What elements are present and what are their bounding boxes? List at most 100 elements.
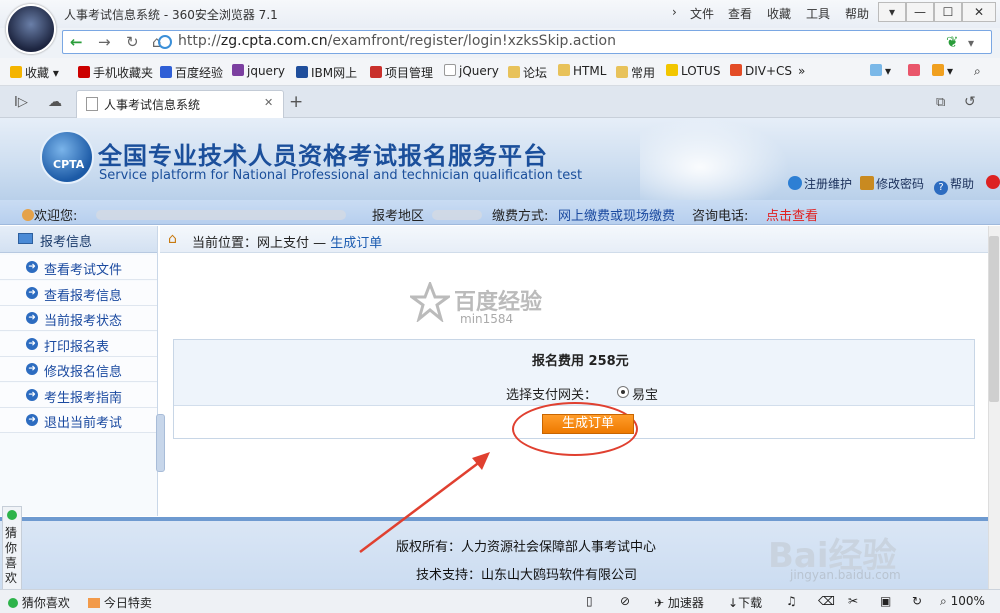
sidebar-item-exit[interactable]: ➜ 退出当前考试 xyxy=(0,408,157,433)
dropdown-arrow-icon[interactable]: ▾ xyxy=(968,36,974,50)
bookmark-label: 项目管理 xyxy=(385,66,434,80)
link-label: 帮助 xyxy=(950,177,975,191)
fee-text: 报名费用 258元 xyxy=(532,354,629,369)
scrollbar-thumb[interactable] xyxy=(989,236,999,402)
phone-label: 咨询电话: xyxy=(692,209,749,224)
bookmark-project[interactable]: 项目管理 xyxy=(370,64,433,81)
bookmark-label: IBM网上 xyxy=(311,66,358,80)
lotus-icon xyxy=(666,64,678,76)
bookmark-common[interactable]: 常用 xyxy=(616,64,655,81)
link-label: 修改密码 xyxy=(876,177,925,191)
forward-icon[interactable]: → xyxy=(98,33,111,51)
breadcrumb-path: 当前位置：网上支付 xyxy=(192,236,310,251)
menu-favorites[interactable]: 收藏 xyxy=(767,5,791,22)
clean-icon[interactable]: ⌫ xyxy=(818,594,835,608)
change-password-link[interactable]: 修改密码 xyxy=(860,175,924,192)
skin-icon[interactable]: ▾ xyxy=(932,64,953,78)
region-label: 报考地区 xyxy=(372,209,425,224)
status-dot-icon xyxy=(7,510,17,520)
generate-order-button[interactable]: 生成订单 xyxy=(542,414,634,434)
screenshot-icon[interactable]: ✂ xyxy=(848,594,858,608)
status-accel[interactable]: ✈ 加速器 xyxy=(654,594,704,611)
sidebar-item-modify[interactable]: ➜ 修改报名信息 xyxy=(0,357,157,382)
menu-view[interactable]: 查看 xyxy=(728,5,752,22)
translate-icon[interactable]: ⊘ xyxy=(620,594,630,608)
more-bookmarks-icon[interactable]: » xyxy=(798,64,805,78)
card-icon xyxy=(18,233,33,244)
site-title-cn: 全国专业技术人员资格考试报名服务平台 xyxy=(98,142,548,170)
menu-file[interactable]: 文件 xyxy=(690,5,714,22)
status-download[interactable]: ↓下载 xyxy=(728,594,762,611)
pin-icon[interactable]: ▾ xyxy=(878,2,906,22)
bookmark-lotus[interactable]: LOTUS xyxy=(666,64,720,78)
arrow-right-icon: ➜ xyxy=(26,312,38,324)
bookmark-baidu[interactable]: 百度经验 xyxy=(160,64,223,81)
url-text[interactable]: http://zg.cpta.com.cn/examfront/register… xyxy=(178,33,616,49)
back-icon[interactable]: ← xyxy=(70,33,83,51)
arrow-right-icon: ➜ xyxy=(26,389,38,401)
user-icon xyxy=(22,209,34,221)
sound-icon[interactable]: ♫ xyxy=(786,594,797,608)
sidebar-item-exam-files[interactable]: ➜ 查看考试文件 xyxy=(0,255,157,280)
pay-method-label: 缴费方式: xyxy=(492,209,549,224)
phone-view-link[interactable]: 点击查看 xyxy=(766,205,818,224)
bookmark-mobile[interactable]: 手机收藏夹 xyxy=(78,64,153,81)
search-icon[interactable]: ⌕ xyxy=(974,64,981,79)
apps-icon[interactable]: ▾ xyxy=(870,64,891,78)
status-today[interactable]: 今日特卖 xyxy=(88,594,152,611)
status-today-label: 今日特卖 xyxy=(103,596,152,610)
window-icon[interactable]: ▣ xyxy=(880,594,891,608)
mail-icon[interactable] xyxy=(908,64,923,78)
bookmark-label: jquery xyxy=(247,64,285,78)
sidebar-toggle-icon[interactable]: I▷ xyxy=(14,95,28,110)
maximize-button[interactable]: ☐ xyxy=(934,2,962,22)
gateway-radio[interactable] xyxy=(617,386,629,398)
bookmark-jquery2[interactable]: jQuery xyxy=(444,64,499,78)
bookmark-divcss[interactable]: DIV+CS xyxy=(730,64,792,78)
tab-list-icon[interactable]: ⧉ xyxy=(936,95,945,110)
arrow-right-icon: ➜ xyxy=(26,363,38,375)
tech-support-text: 技术支持：山东山大鸥玛软件有限公司 xyxy=(416,568,638,583)
sidebar-collapse-handle[interactable] xyxy=(156,414,165,472)
link-label: 注册维护 xyxy=(804,177,853,191)
rocket-icon: ✈ xyxy=(654,596,665,610)
sidebar-item-guide[interactable]: ➜ 考生报考指南 xyxy=(0,383,157,408)
cloud-icon[interactable]: ☁ xyxy=(48,94,62,110)
user-avatar[interactable] xyxy=(6,4,56,54)
status-zoom[interactable]: ⌕ 100% xyxy=(940,594,985,609)
guess-widget-label: 猜你喜欢 xyxy=(5,526,18,585)
breadcrumb-current[interactable]: 生成订单 xyxy=(330,236,382,251)
register-maintain-link[interactable]: 注册维护 xyxy=(788,175,852,192)
help-link[interactable]: ? 帮助 xyxy=(934,175,974,195)
refresh-icon[interactable]: ↻ xyxy=(126,33,139,51)
menu-arrow-icon[interactable]: › xyxy=(672,5,677,19)
url-host: zg.cpta.com.cn xyxy=(220,33,328,49)
restore-tab-icon[interactable]: ↺ xyxy=(964,94,976,110)
sidebar-item-view-info[interactable]: ➜ 查看报考信息 xyxy=(0,281,157,306)
leaf-icon[interactable]: ❦ xyxy=(946,33,959,51)
power-icon[interactable] xyxy=(986,175,1000,189)
bookmark-html[interactable]: HTML xyxy=(558,64,606,78)
minimize-button[interactable]: — xyxy=(906,2,934,22)
sidebar-item-status[interactable]: ➜ 当前报考状态 xyxy=(0,306,157,331)
refresh-icon[interactable]: ↻ xyxy=(912,594,922,608)
mobile-icon[interactable]: ▯ xyxy=(586,594,593,608)
bookmark-label: 手机收藏夹 xyxy=(93,66,154,80)
new-tab-icon[interactable]: + xyxy=(289,92,303,112)
cpta-logo: CPTA xyxy=(40,130,94,184)
menu-tools[interactable]: 工具 xyxy=(806,5,830,22)
close-button[interactable]: ✕ xyxy=(962,2,996,22)
sidebar-item-print[interactable]: ➜ 打印报名表 xyxy=(0,332,157,357)
menu-help[interactable]: 帮助 xyxy=(845,5,869,22)
bookmark-jquery[interactable]: jquery xyxy=(232,64,285,78)
close-tab-icon[interactable]: ✕ xyxy=(264,96,273,109)
status-guess[interactable]: 猜你喜欢 xyxy=(8,594,70,611)
bookmark-ibm[interactable]: IBM网上 xyxy=(296,64,357,81)
bookmark-favorites[interactable]: 收藏 ▾ xyxy=(10,64,59,81)
globe-icon xyxy=(788,176,802,190)
bookmark-forum[interactable]: 论坛 xyxy=(508,64,547,81)
breadcrumb: 当前位置：网上支付 — 生成订单 xyxy=(192,232,382,251)
sidebar-item-label: 查看考试文件 xyxy=(44,263,123,278)
download-icon: ↓ xyxy=(728,596,739,610)
sidebar-item-label: 查看报考信息 xyxy=(44,289,123,304)
